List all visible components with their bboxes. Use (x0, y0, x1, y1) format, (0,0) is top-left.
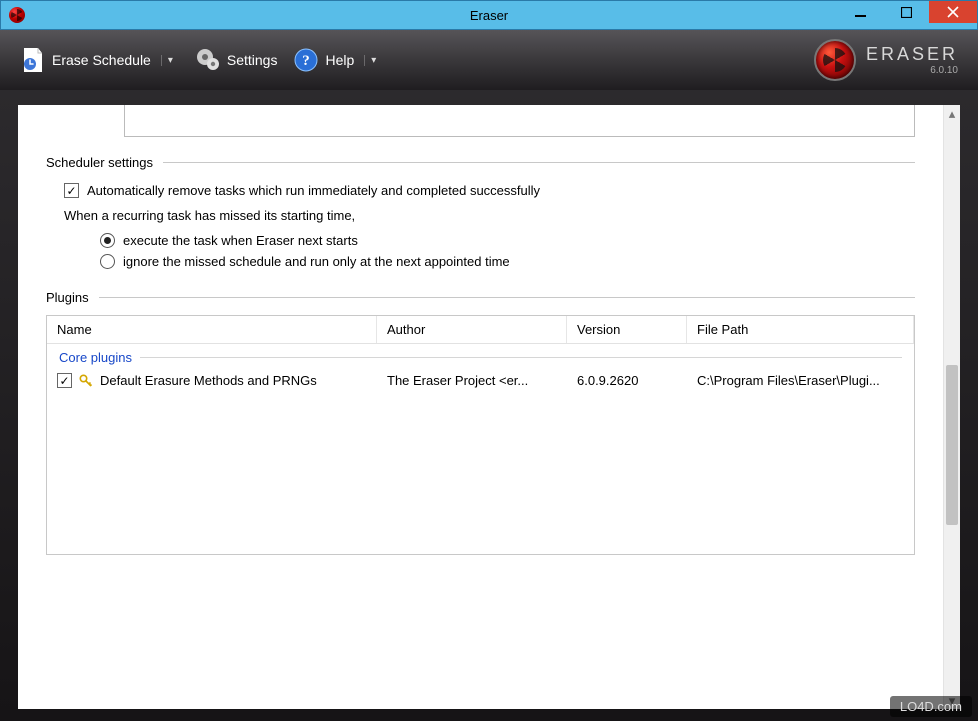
help-icon: ? (293, 45, 319, 75)
scroll-thumb[interactable] (946, 365, 958, 525)
divider (163, 162, 915, 163)
plugin-name: Default Erasure Methods and PRNGs (100, 373, 317, 388)
settings-panel: Scheduler settings ✓ Automatically remov… (18, 105, 960, 709)
col-header-version[interactable]: Version (567, 316, 687, 343)
missed-prompt-label: When a recurring task has missed its sta… (46, 205, 915, 226)
window-controls (837, 1, 977, 29)
brand-version: 6.0.10 (866, 65, 958, 76)
gear-icon (195, 45, 221, 75)
maximize-button[interactable] (883, 1, 929, 23)
col-header-path[interactable]: File Path (687, 316, 914, 343)
plugin-row-checkbox[interactable]: ✓ (57, 373, 72, 388)
help-button[interactable]: ? Help ▾ (285, 39, 390, 81)
plugins-heading: Plugins (46, 290, 89, 305)
divider (99, 297, 915, 298)
close-button[interactable] (929, 1, 977, 23)
key-icon (79, 374, 93, 388)
plugin-path: C:\Program Files\Eraser\Plugi... (687, 373, 914, 388)
content-frame: Scheduler settings ✓ Automatically remov… (0, 90, 978, 721)
window-title: Eraser (1, 8, 977, 23)
erase-schedule-dropdown[interactable]: ▾ (161, 55, 179, 66)
scheduler-heading: Scheduler settings (46, 155, 153, 170)
erase-schedule-label: Erase Schedule (52, 52, 151, 68)
minimize-button[interactable] (837, 1, 883, 23)
table-row[interactable]: ✓ Default Erasure Methods and PRNGs The … (47, 369, 914, 392)
erase-schedule-button[interactable]: Erase Schedule ▾ (12, 39, 187, 81)
brand-block: ERASER 6.0.10 (814, 39, 966, 81)
radio-ignore-label: ignore the missed schedule and run only … (123, 254, 510, 269)
help-label: Help (325, 52, 354, 68)
plugins-group: Plugins Name Author Version File Path Co… (46, 290, 915, 555)
scroll-up-icon[interactable]: ▴ (944, 105, 960, 122)
brand-name: ERASER (866, 44, 958, 65)
vertical-scrollbar[interactable]: ▴ ▾ (943, 105, 960, 709)
watermark-label: LO4D.com (890, 696, 972, 717)
window-titlebar: Eraser (0, 0, 978, 30)
help-dropdown[interactable]: ▾ (364, 55, 382, 66)
scheduler-settings-group: Scheduler settings ✓ Automatically remov… (46, 155, 915, 272)
radio-execute-next-start[interactable] (100, 233, 115, 248)
plugin-version: 6.0.9.2620 (567, 373, 687, 388)
plugin-category: Core plugins (47, 344, 914, 369)
brand-logo-icon (814, 39, 856, 81)
plugins-table: Name Author Version File Path Core plugi… (46, 315, 915, 555)
app-icon (9, 7, 25, 23)
settings-label: Settings (227, 52, 278, 68)
radio-ignore-missed[interactable] (100, 254, 115, 269)
plugin-category-label: Core plugins (59, 350, 132, 365)
settings-button[interactable]: Settings (187, 39, 286, 81)
plugin-author: The Eraser Project <er... (377, 373, 567, 388)
plugins-table-header: Name Author Version File Path (47, 316, 914, 344)
radio-execute-label: execute the task when Eraser next starts (123, 233, 358, 248)
col-header-name[interactable]: Name (47, 316, 377, 343)
auto-remove-label: Automatically remove tasks which run imm… (87, 183, 540, 198)
previous-section-box (124, 105, 915, 137)
auto-remove-checkbox[interactable]: ✓ (64, 183, 79, 198)
col-header-author[interactable]: Author (377, 316, 567, 343)
svg-text:?: ? (303, 53, 311, 69)
schedule-icon (20, 45, 46, 75)
main-toolbar: Erase Schedule ▾ Settings ? Help ▾ ERASE (0, 30, 978, 90)
